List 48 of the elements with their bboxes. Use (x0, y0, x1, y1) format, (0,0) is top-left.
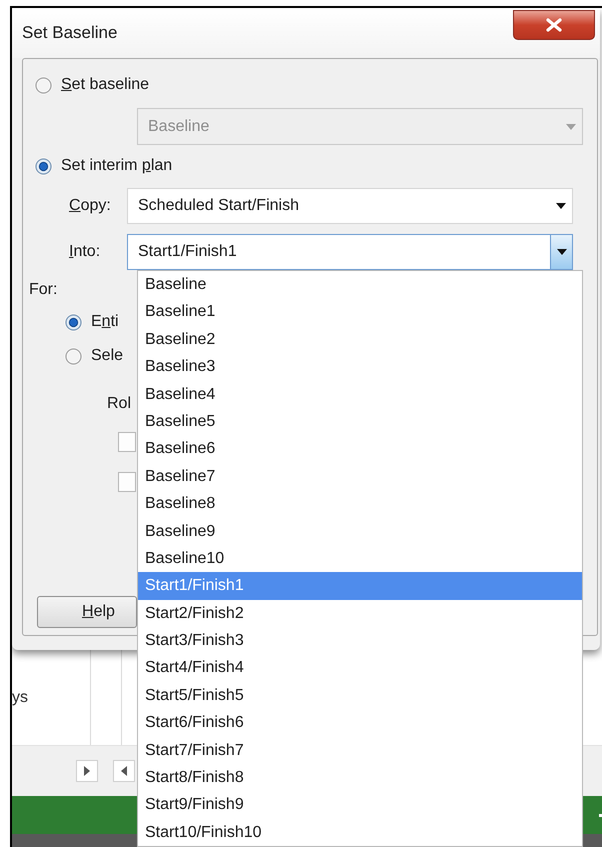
close-button[interactable] (513, 10, 595, 40)
checkbox[interactable] (118, 472, 136, 492)
dropdown-option[interactable]: Baseline10 (138, 544, 582, 572)
dropdown-option[interactable]: Baseline1 (138, 298, 582, 326)
radio-button[interactable] (65, 314, 82, 330)
radio-label[interactable]: Set baseline (61, 76, 150, 94)
scroll-left-button[interactable] (113, 760, 135, 782)
dropdown-field[interactable]: Scheduled Start/Finish (127, 188, 573, 224)
dropdown-option[interactable]: Start2/Finish2 (138, 600, 582, 628)
radio-button[interactable] (65, 348, 82, 364)
section-label: Rol (107, 395, 132, 414)
caret-icon (566, 124, 576, 130)
checkbox[interactable] (118, 432, 136, 452)
dropdown-option[interactable]: Start4/Finish4 (138, 654, 582, 682)
radio-label[interactable]: Enti (91, 313, 119, 331)
dropdown-option[interactable]: Baseline2 (138, 326, 582, 354)
close-icon (545, 18, 563, 32)
scroll-right-button[interactable] (76, 760, 98, 782)
dropdown-option[interactable]: Baseline5 (138, 408, 582, 436)
dropdown-option[interactable]: Baseline6 (138, 435, 582, 463)
radio-button[interactable] (35, 76, 52, 94)
dropdown-option[interactable]: Start10/Finish10 (138, 818, 582, 846)
caret-icon (556, 249, 566, 255)
field-label: Into: (68, 243, 102, 261)
radio-label[interactable]: Sele (91, 347, 124, 365)
dropdown-option[interactable]: Start7/Finish7 (138, 736, 582, 764)
dropdown-option[interactable]: Start5/Finish5 (138, 682, 582, 710)
caret-icon (556, 203, 566, 209)
field-label: Copy: (68, 197, 112, 215)
right-arrow-icon (84, 766, 90, 776)
dropdown-field[interactable]: Start1/Finish1 (127, 234, 573, 270)
radio-label[interactable]: Set interim plan (61, 157, 172, 175)
dropdown-option[interactable]: Start9/Finish9 (138, 791, 582, 819)
dropdown-option[interactable]: Baseline3 (138, 353, 582, 381)
section-label: For: (29, 281, 58, 300)
dropdown-option[interactable]: Start8/Finish8 (138, 764, 582, 792)
dropdown-option[interactable]: Baseline (138, 271, 582, 298)
dropdown-option[interactable]: Baseline8 (138, 490, 582, 518)
dropdown-option[interactable]: Baseline9 (138, 518, 582, 545)
help-button[interactable]: Help (37, 596, 137, 628)
dropdown-option[interactable]: Baseline7 (138, 462, 582, 490)
dropdown-option[interactable]: Baseline4 (138, 380, 582, 408)
dropdown-option[interactable]: Start6/Finish6 (138, 709, 582, 737)
window-title: Set Baseline (22, 23, 118, 43)
dropdown-option[interactable]: Start3/Finish3 (138, 627, 582, 654)
cell-text: ys (12, 688, 28, 706)
radio-button[interactable] (35, 158, 52, 174)
left-arrow-icon (121, 766, 127, 776)
